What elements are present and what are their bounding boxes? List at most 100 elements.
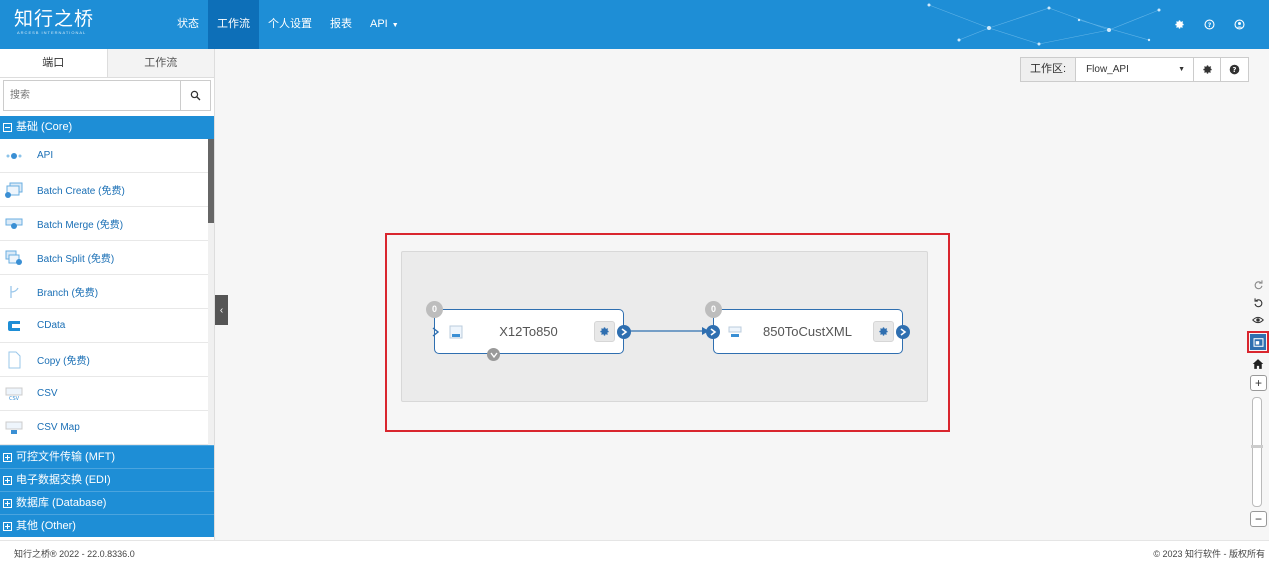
batch-split-icon — [3, 249, 25, 267]
nav-api[interactable]: API ▼ — [361, 0, 408, 49]
minimap-icon — [1253, 337, 1263, 347]
group-mft[interactable]: 可控文件传输 (MFT) — [0, 445, 214, 468]
workspace-settings-button[interactable] — [1194, 58, 1222, 81]
group-other[interactable]: 其他 (Other) — [0, 514, 214, 537]
help-icon[interactable]: ? — [1201, 17, 1217, 33]
nav-workflow[interactable]: 工作流 — [208, 0, 259, 49]
connector-item-copy[interactable]: Copy (免费) — [0, 343, 208, 377]
zoom-slider[interactable] — [1251, 397, 1263, 507]
connector-item-batch-split[interactable]: Batch Split (免费) — [0, 241, 208, 275]
connector-item-api[interactable]: API — [0, 139, 208, 173]
workspace-dropdown[interactable]: Flow_API ▼ — [1076, 58, 1195, 81]
message-count-badge: 0 — [426, 301, 443, 318]
message-count-badge: 0 — [705, 301, 722, 318]
connector-item-csv-map[interactable]: CSV Map — [0, 411, 208, 445]
node-label: X12To850 — [499, 324, 558, 339]
scrollbar-thumb[interactable] — [208, 139, 214, 223]
workspace-help-button[interactable]: ? — [1221, 58, 1248, 81]
logo-text: 知行之桥 — [14, 8, 95, 30]
flow-canvas[interactable]: 0 X12To850 0 850ToCustXML — [401, 251, 928, 402]
group-database[interactable]: 数据库 (Database) — [0, 491, 214, 514]
zoom-in-button[interactable]: + — [1250, 375, 1267, 391]
sidebar-collapse-button[interactable]: ‹ — [215, 295, 228, 325]
expand-icon — [3, 498, 12, 508]
tab-workflows-label: 工作流 — [144, 57, 178, 69]
eye-icon — [1252, 316, 1264, 324]
main-nav: 状态 工作流 个人设置 报表 API ▼ — [168, 0, 408, 49]
nav-settings[interactable]: 个人设置 — [259, 0, 321, 49]
nav-workflow-label: 工作流 — [217, 18, 250, 30]
gear-icon[interactable] — [1171, 17, 1187, 33]
top-navbar: 知行之桥 ARCESB INTERNATIONAL 状态 工作流 个人设置 报表… — [0, 0, 1269, 49]
connector-groups: 可控文件传输 (MFT) 电子数据交换 (EDI) 数据库 (Database)… — [0, 445, 214, 537]
search-icon — [190, 90, 201, 101]
sidebar-tabs: 端口 工作流 — [0, 49, 214, 78]
tab-ports[interactable]: 端口 — [0, 49, 108, 77]
gear-icon — [600, 327, 609, 336]
brand-logo[interactable]: 知行之桥 ARCESB INTERNATIONAL — [14, 8, 94, 40]
undo-button[interactable] — [1250, 294, 1266, 310]
chevron-right-icon — [432, 327, 440, 337]
branch-icon — [3, 283, 25, 301]
preview-button[interactable] — [1250, 312, 1266, 328]
minimap-button[interactable] — [1247, 331, 1269, 353]
help-icon: ? — [1229, 64, 1240, 75]
connector-item-csv[interactable]: CSV CSV — [0, 377, 208, 411]
flow-node-850tocustxml[interactable]: 0 850ToCustXML — [705, 301, 910, 354]
batch-merge-icon — [3, 215, 25, 233]
sidebar-scrollbar[interactable] — [208, 139, 214, 445]
csv-icon: CSV — [3, 385, 25, 403]
chevron-left-icon: ‹ — [219, 304, 224, 316]
connector-item-batch-create[interactable]: Batch Create (免费) — [0, 173, 208, 207]
zoom-out-button[interactable]: − — [1250, 511, 1267, 527]
connector-item-batch-merge[interactable]: Batch Merge (免费) — [0, 207, 208, 241]
output-port[interactable] — [617, 325, 631, 339]
nav-reports[interactable]: 报表 — [321, 0, 361, 49]
output-port[interactable] — [896, 325, 910, 339]
group-core[interactable]: 基础 (Core) — [0, 116, 214, 139]
expand-icon — [3, 521, 12, 531]
search-input[interactable] — [4, 81, 180, 110]
home-button[interactable] — [1250, 356, 1266, 372]
search-box — [3, 80, 211, 111]
search-button[interactable] — [180, 81, 210, 110]
copy-icon — [3, 351, 25, 369]
copyright-text: © 2023 知行软件 - 版权所有 — [1153, 549, 1265, 559]
plus-icon: + — [1254, 376, 1262, 390]
redo-button[interactable] — [1250, 276, 1266, 292]
svg-text:?: ? — [1233, 66, 1237, 74]
connector-label: Branch (免费) — [37, 288, 99, 299]
connector-item-cdata[interactable]: CData — [0, 309, 208, 343]
group-edi[interactable]: 电子数据交换 (EDI) — [0, 468, 214, 491]
input-port[interactable] — [429, 325, 443, 339]
chevron-right-icon — [900, 328, 907, 336]
user-icon[interactable] — [1231, 17, 1247, 33]
node-settings-button[interactable] — [594, 321, 615, 342]
logo-subtext: ARCESB INTERNATIONAL — [17, 30, 87, 35]
workspace-selected: Flow_API — [1086, 64, 1129, 75]
input-port[interactable] — [706, 325, 720, 339]
file-icon — [449, 325, 463, 338]
workspace-selector: 工作区: Flow_API ▼ ? — [1020, 57, 1250, 82]
group-label: 电子数据交换 (EDI) — [16, 473, 111, 486]
chevron-right-icon — [621, 328, 628, 336]
redo-icon — [1254, 279, 1262, 289]
connector-item-branch[interactable]: Branch (免费) — [0, 275, 208, 309]
zoom-slider-handle[interactable] — [1251, 445, 1263, 448]
group-label: 可控文件传输 (MFT) — [16, 450, 115, 463]
node-label: 850ToCustXML — [763, 324, 852, 339]
expand-icon — [3, 475, 12, 485]
connector-label: API — [37, 150, 54, 161]
home-icon — [1252, 359, 1264, 369]
flow-node-x12to850[interactable]: 0 X12To850 — [426, 301, 631, 361]
svg-text:CSV: CSV — [9, 396, 20, 401]
csv-map-icon — [3, 419, 25, 437]
workspace-label: 工作区: — [1021, 58, 1077, 81]
nav-status[interactable]: 状态 — [168, 0, 208, 49]
tab-workflows[interactable]: 工作流 — [107, 49, 214, 77]
nav-status-label: 状态 — [177, 18, 199, 30]
node-settings-button[interactable] — [873, 321, 894, 342]
connector-label: Batch Split (免费) — [37, 254, 115, 265]
error-port[interactable] — [487, 348, 500, 361]
chevron-down-icon — [489, 352, 498, 358]
